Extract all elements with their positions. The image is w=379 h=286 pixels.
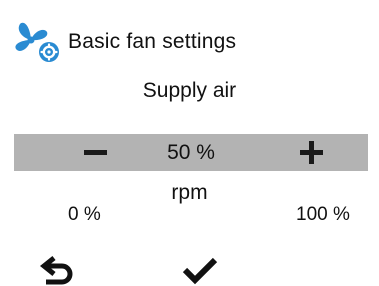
fan-settings-screen: Basic fan settings Supply air 50 % rpm 0… xyxy=(0,0,379,286)
confirm-button[interactable] xyxy=(180,252,220,286)
increase-button[interactable] xyxy=(294,134,330,171)
fan-speed-control[interactable]: 50 % xyxy=(14,134,368,171)
range-max-label: 100 % xyxy=(296,204,350,225)
back-button[interactable] xyxy=(36,252,76,286)
back-arrow-icon xyxy=(39,256,73,285)
unit-label: rpm xyxy=(171,181,208,204)
header: Basic fan settings xyxy=(14,20,236,64)
range-min-label: 0 % xyxy=(68,204,101,225)
fan-settings-icon xyxy=(15,22,59,62)
checkmark-icon xyxy=(182,257,218,285)
section-subtitle: Supply air xyxy=(142,79,237,102)
page-title: Basic fan settings xyxy=(68,30,237,53)
